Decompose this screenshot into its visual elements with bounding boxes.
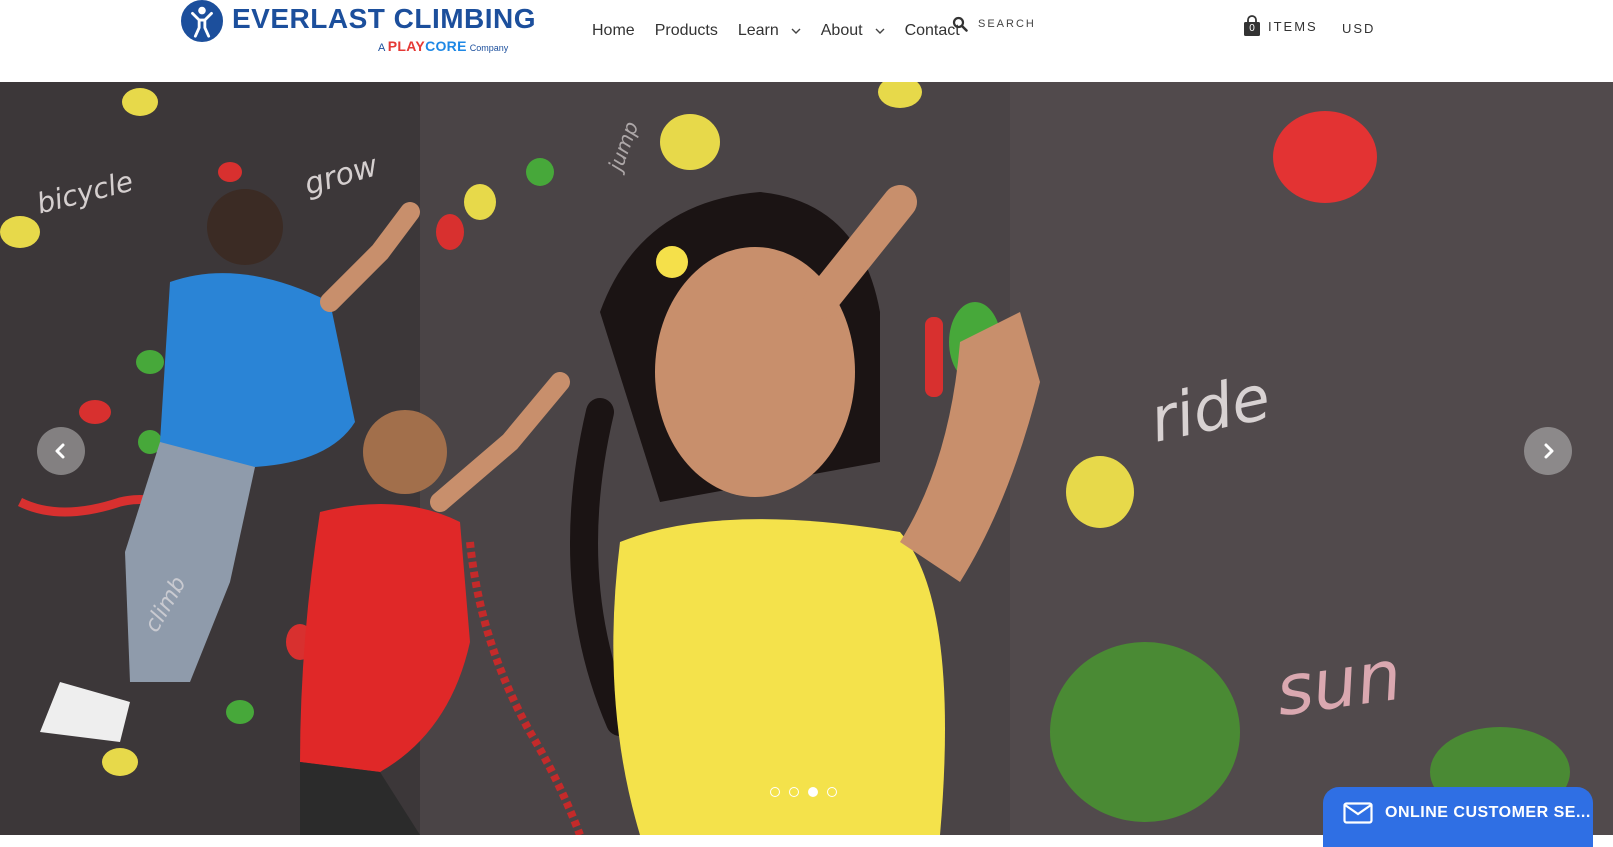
slide-pagination: [770, 787, 846, 797]
nav-about-label: About: [820, 22, 863, 39]
brand-name: EVERLAST CLIMBING: [232, 3, 537, 34]
hero-slideshow: bicycle grow jump ride sun climb: [0, 82, 1613, 835]
brand-tagline: A PLAYCORE Company: [378, 38, 508, 54]
slide-dot-2[interactable]: [789, 787, 799, 797]
nav-products-label: Products: [654, 22, 718, 39]
search-input[interactable]: [976, 17, 1120, 31]
site-logo[interactable]: EVERLAST CLIMBING A PLAYCORE Company: [180, 0, 536, 56]
search-box[interactable]: [952, 16, 1120, 32]
online-customer-service-button[interactable]: ONLINE CUSTOMER SE...: [1323, 787, 1593, 847]
cart-link[interactable]: 0 ITEMS: [1243, 15, 1318, 37]
slide-dot-1[interactable]: [770, 787, 780, 797]
cart-label: ITEMS: [1268, 18, 1318, 34]
chevron-right-icon: [1544, 443, 1554, 459]
nav-home[interactable]: Home: [592, 22, 635, 40]
site-header: EVERLAST CLIMBING A PLAYCORE Company Hom…: [0, 0, 1613, 82]
envelope-icon: [1343, 802, 1373, 824]
chalk-word: sun: [1270, 633, 1407, 733]
tagline-core: CORE: [425, 38, 467, 54]
tagline-prefix: A: [378, 42, 385, 54]
cart-count: 0: [1249, 23, 1255, 34]
currency-selector[interactable]: USD: [1342, 21, 1375, 36]
nav-learn[interactable]: Learn: [738, 22, 801, 40]
hero-image: [0, 82, 1613, 835]
slide-dot-3[interactable]: [808, 787, 818, 797]
chevron-left-icon: [55, 443, 65, 459]
shopping-bag-icon: 0: [1243, 15, 1261, 37]
main-nav: Home Products Learn About Contact: [592, 20, 980, 42]
nav-about[interactable]: About: [821, 22, 885, 40]
tagline-play: PLAY: [387, 38, 426, 54]
slide-prev-button[interactable]: [37, 427, 85, 475]
slide-next-button[interactable]: [1524, 427, 1572, 475]
search-icon[interactable]: [952, 16, 968, 32]
slide-dot-4[interactable]: [827, 787, 837, 797]
chevron-down-icon: [875, 28, 885, 34]
playcore-wordmark: PLAYCORE: [388, 38, 467, 54]
climber-logo-icon: [181, 0, 223, 42]
nav-learn-label: Learn: [737, 22, 779, 39]
chevron-down-icon: [791, 28, 801, 34]
nav-products[interactable]: Products: [655, 22, 718, 40]
nav-home-label: Home: [592, 22, 635, 39]
chat-label: ONLINE CUSTOMER SE...: [1385, 804, 1591, 821]
tagline-suffix: Company: [469, 43, 509, 53]
